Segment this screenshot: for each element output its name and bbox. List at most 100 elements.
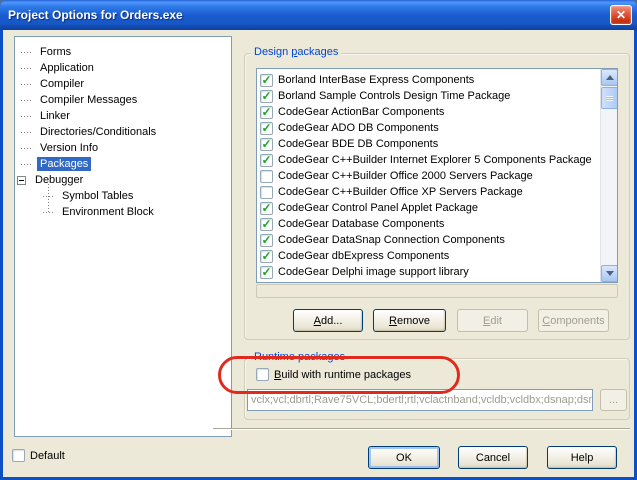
package-list-item[interactable]: ✓ Borland Sample Controls Design Time Pac…	[257, 88, 617, 104]
tree-connector	[21, 116, 33, 117]
checked-checkbox[interactable]: ✓	[260, 74, 273, 87]
button-text: dit	[490, 315, 502, 327]
package-label: CodeGear Delphi image support library	[278, 266, 469, 278]
tree-connector	[21, 52, 33, 53]
build-with-runtime-packages-checkbox[interactable]	[256, 368, 269, 381]
ok-button[interactable]: OK	[368, 446, 440, 469]
checked-checkbox[interactable]: ✓	[260, 106, 273, 119]
tree-item-application[interactable]: Application	[15, 60, 231, 76]
runtime-packages-field[interactable]: vclx;vcl;dbrtl;Rave75VCL;bdertl;rtl;vcla…	[247, 389, 593, 411]
add-button[interactable]: Add...	[293, 309, 363, 332]
check-icon: ✓	[261, 203, 271, 213]
tree-item-linker[interactable]: Linker	[15, 108, 231, 124]
design-packages-list[interactable]: ✓Borland InterBase Express Components✓Bo…	[256, 68, 618, 283]
package-list-item[interactable]: CodeGear C++Builder Office 2000 Servers …	[257, 168, 617, 184]
label-text: Design	[254, 46, 291, 58]
check-icon: ✓	[261, 75, 271, 85]
checked-checkbox[interactable]: ✓	[260, 90, 273, 103]
package-label: Borland Sample Controls Design Time Pack…	[278, 90, 510, 102]
package-list-item[interactable]: ✓ CodeGear BDE DB Components	[257, 136, 617, 152]
package-list-item[interactable]: ✓ CodeGear Database Components	[257, 216, 617, 232]
checked-checkbox[interactable]: ✓	[260, 266, 273, 279]
checked-checkbox[interactable]: ✓	[260, 250, 273, 263]
package-label: CodeGear ActionBar Components	[278, 106, 444, 118]
package-list-item[interactable]: ✓ CodeGear ADO DB Components	[257, 120, 617, 136]
options-tree[interactable]: FormsApplicationCompilerCompiler Message…	[14, 36, 232, 437]
button-accel: R	[389, 315, 397, 327]
cancel-button[interactable]: Cancel	[458, 446, 528, 469]
tree-item-label: Debugger	[32, 173, 86, 187]
unchecked-checkbox[interactable]	[260, 170, 273, 183]
tree-connector	[21, 132, 33, 133]
package-label: CodeGear Control Panel Applet Package	[278, 202, 478, 214]
default-checkbox[interactable]	[12, 449, 25, 462]
tree-item-packages[interactable]: Packages	[15, 156, 231, 172]
package-list-item[interactable]: ✓ CodeGear Delphi image support library	[257, 264, 617, 280]
tree-item-compiler-messages[interactable]: Compiler Messages	[15, 92, 231, 108]
package-list-item[interactable]: ✓CodeGear dbExpress Components	[257, 248, 617, 264]
check-icon: ✓	[261, 235, 271, 245]
design-packages-label: Design packages	[251, 46, 341, 58]
checked-checkbox[interactable]: ✓	[260, 122, 273, 135]
components-button: Components	[538, 309, 609, 332]
checked-checkbox[interactable]: ✓	[260, 202, 273, 215]
label-text: ackages	[297, 46, 338, 58]
package-label: CodeGear Database Components	[278, 218, 444, 230]
runtime-packages-label: Runtime packages	[251, 351, 348, 363]
package-label: CodeGear C++Builder Internet Explorer 5 …	[278, 154, 592, 166]
package-label: CodeGear ADO DB Components	[278, 122, 439, 134]
package-list-item[interactable]: CodeGear C++Builder Office XP Servers Pa…	[257, 184, 617, 200]
build-with-runtime-packages-label: Build with runtime packages	[274, 369, 411, 381]
tree-connector	[43, 212, 55, 213]
package-list-item[interactable]: ✓ CodeGear C++Builder Internet Explorer 5…	[257, 152, 617, 168]
tree-connector	[21, 68, 33, 69]
help-button[interactable]: Help	[547, 446, 617, 469]
thumb-grip-icon	[606, 96, 613, 101]
tree-branch-line	[48, 184, 49, 214]
tree-item-label: Application	[37, 61, 97, 75]
label-text: uild with runtime packages	[281, 369, 411, 381]
tree-item-compiler[interactable]: Compiler	[15, 76, 231, 92]
check-icon: ✓	[261, 139, 271, 149]
chevron-down-icon	[606, 271, 614, 276]
package-list-item[interactable]: ✓ CodeGear DataSnap Connection Components	[257, 232, 617, 248]
unchecked-checkbox[interactable]	[260, 186, 273, 199]
package-label: CodeGear C++Builder Office XP Servers Pa…	[278, 186, 523, 198]
package-description-panel	[256, 284, 618, 298]
browse-packages-button: ...	[600, 389, 627, 411]
scroll-up-button[interactable]	[601, 69, 618, 86]
tree-item-directories-conditionals[interactable]: Directories/Conditionals	[15, 124, 231, 140]
scroll-thumb[interactable]	[601, 87, 618, 109]
button-accel: A	[314, 315, 321, 327]
checked-checkbox[interactable]: ✓	[260, 138, 273, 151]
checked-checkbox[interactable]: ✓	[260, 234, 273, 247]
tree-item-label: Symbol Tables	[59, 189, 136, 203]
tree-item-version-info[interactable]: Version Info	[15, 140, 231, 156]
tree-item-forms[interactable]: Forms	[15, 44, 231, 60]
default-checkbox-label: Default	[30, 450, 65, 462]
button-text: omponents	[550, 315, 604, 327]
package-list-item[interactable]: ✓Borland InterBase Express Components	[257, 72, 617, 88]
checked-checkbox[interactable]: ✓	[260, 154, 273, 167]
scroll-down-button[interactable]	[601, 265, 618, 282]
check-icon: ✓	[261, 251, 271, 261]
tree-connector	[21, 84, 33, 85]
package-label: CodeGear BDE DB Components	[278, 138, 438, 150]
collapse-minus-icon[interactable]	[17, 176, 26, 185]
close-button[interactable]: ✕	[610, 5, 632, 25]
package-list-item[interactable]: ✓ CodeGear Control Panel Applet Package	[257, 200, 617, 216]
close-icon: ✕	[616, 8, 626, 22]
chevron-up-icon	[606, 75, 614, 80]
tree-connector	[21, 100, 33, 101]
project-options-dialog: Project Options for Orders.exe ✕ FormsAp…	[0, 0, 637, 480]
list-scrollbar[interactable]	[600, 69, 617, 282]
minus-glyph	[19, 180, 24, 181]
package-label: CodeGear DataSnap Connection Components	[278, 234, 505, 246]
tree-connector	[21, 148, 33, 149]
title-bar[interactable]: Project Options for Orders.exe ✕	[0, 0, 637, 30]
tree-item-label: Compiler Messages	[37, 93, 140, 107]
package-list-item[interactable]: ✓ CodeGear ActionBar Components	[257, 104, 617, 120]
checked-checkbox[interactable]: ✓	[260, 218, 273, 231]
remove-button[interactable]: Remove	[373, 309, 446, 332]
window-title: Project Options for Orders.exe	[8, 8, 183, 22]
